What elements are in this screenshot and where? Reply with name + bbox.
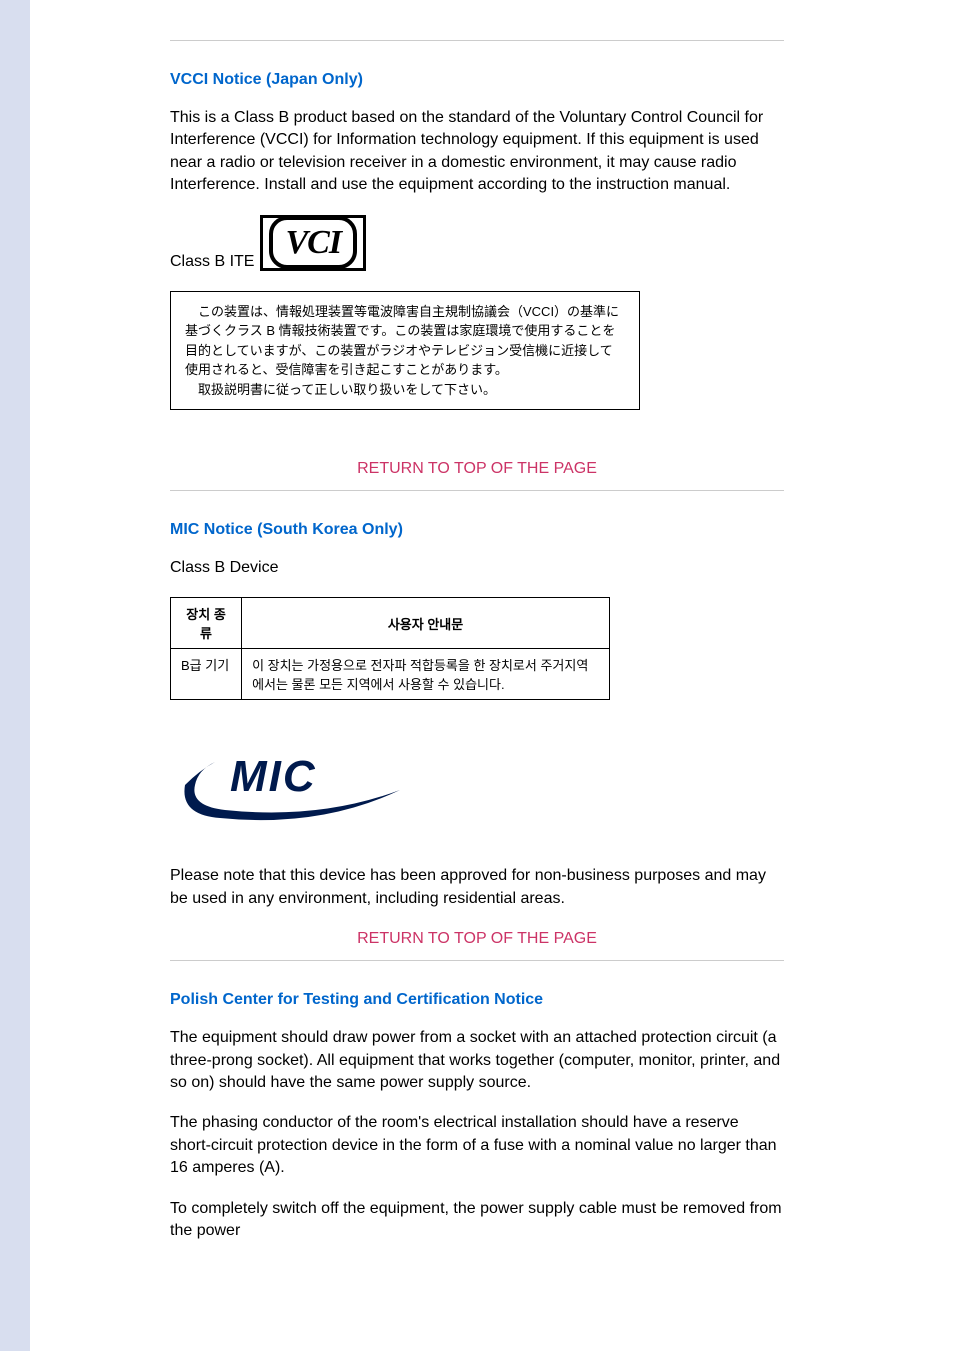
table-cell-desc: 이 장치는 가정용으로 전자파 적합등록을 한 장치로서 주거지역에서는 물론 … xyxy=(242,649,610,700)
polish-p2: The phasing conductor of the room's elec… xyxy=(170,1112,784,1179)
table-header-guide: 사용자 안내문 xyxy=(242,598,610,649)
classb-row: Class B ITE VCI xyxy=(170,215,784,271)
table-row: 장치 종류 사용자 안내문 xyxy=(171,598,610,649)
divider xyxy=(170,40,784,41)
vcci-heading: VCCI Notice (Japan Only) xyxy=(170,71,784,89)
mic-logo: MIC xyxy=(170,730,784,835)
table-cell-class: B급 기기 xyxy=(171,649,242,700)
main-content: VCCI Notice (Japan Only) This is a Class… xyxy=(30,40,924,1242)
table-header-device: 장치 종류 xyxy=(171,598,242,649)
return-to-top-link[interactable]: RETURN TO TOP OF THE PAGE xyxy=(170,460,784,478)
return-link-text: RETURN TO TOP OF THE PAGE xyxy=(357,460,597,477)
vcci-japanese-notice: この装置は、情報処理装置等電波障害自主規制協議会（VCCI）の基準に基づくクラス… xyxy=(170,291,640,411)
polish-p3: To completely switch off the equipment, … xyxy=(170,1198,784,1243)
mic-subhead: Class B Device xyxy=(170,557,784,579)
return-link-text: RETURN TO TOP OF THE PAGE xyxy=(357,930,597,947)
vcci-logo: VCI xyxy=(260,215,366,271)
mic-logo-text: MIC xyxy=(230,752,317,802)
mic-heading: MIC Notice (South Korea Only) xyxy=(170,521,784,539)
mic-body: Please note that this device has been ap… xyxy=(170,865,784,910)
classb-label: Class B ITE xyxy=(170,253,254,271)
table-row: B급 기기 이 장치는 가정용으로 전자파 적합등록을 한 장치로서 주거지역에… xyxy=(171,649,610,700)
return-to-top-link[interactable]: RETURN TO TOP OF THE PAGE xyxy=(170,930,784,948)
polish-heading: Polish Center for Testing and Certificat… xyxy=(170,991,784,1009)
divider xyxy=(170,490,784,491)
vcci-logo-text: VCI xyxy=(269,216,357,269)
polish-p1: The equipment should draw power from a s… xyxy=(170,1027,784,1094)
vcci-body: This is a Class B product based on the s… xyxy=(170,107,784,197)
mic-korean-table: 장치 종류 사용자 안내문 B급 기기 이 장치는 가정용으로 전자파 적합등록… xyxy=(170,597,610,700)
left-sidebar-decor xyxy=(0,0,30,1351)
divider xyxy=(170,960,784,961)
